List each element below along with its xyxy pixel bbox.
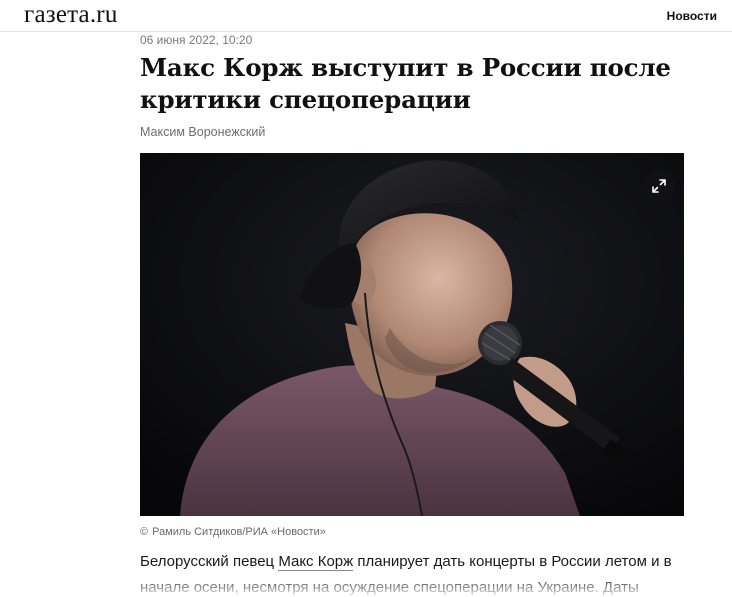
article-date: 06 июня 2022, 10:20 [140,33,253,47]
photo-credit-text: Рамиль Ситдиков/РИА «Новости» [152,526,326,538]
article-page: газета.ru Новости 06 июня 2022, 10:20 Ма… [0,0,732,597]
expand-icon [652,179,666,193]
singer-photo-illustration [140,153,684,516]
singer-profile-link[interactable]: Макс Корж [278,553,354,571]
article-photo[interactable] [140,153,684,516]
site-logo[interactable]: газета.ru [24,1,118,29]
nav-news-link[interactable]: Новости [667,9,717,23]
body-text-start: Белорусский певец [140,553,279,570]
photo-credit: © Рамиль Ситдиков/РИА «Новости» [140,526,326,539]
article-author[interactable]: Максим Воронежский [140,125,265,140]
expand-photo-button[interactable] [643,170,675,202]
article-title: Макс Корж выступит в России после критик… [140,53,671,114]
site-header: газета.ru Новости [0,0,732,32]
article-lead-paragraph: Белорусский певец Макс Корж планирует да… [140,549,680,597]
copyright-symbol: © [140,526,149,538]
